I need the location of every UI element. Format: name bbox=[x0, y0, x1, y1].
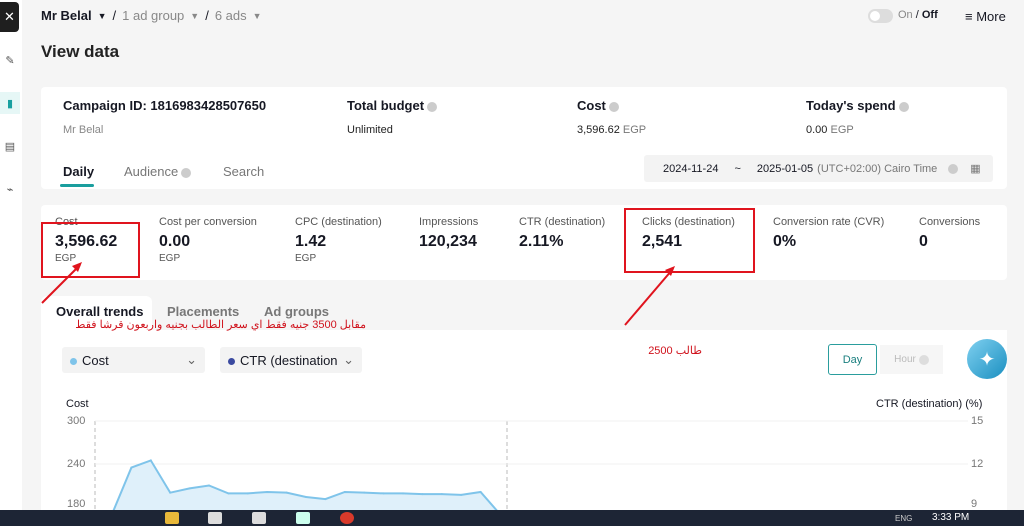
right-tick: 9 bbox=[971, 498, 978, 510]
cost-point bbox=[246, 492, 249, 495]
language-indicator[interactable]: ENG bbox=[895, 514, 912, 523]
cost-point bbox=[305, 495, 307, 498]
chart-and-arrows bbox=[41, 262, 968, 526]
right-axis-label: CTR (destination) (%) bbox=[876, 398, 983, 410]
cost-point bbox=[169, 491, 172, 494]
left-tick: 300 bbox=[67, 415, 86, 427]
annotation-arrow bbox=[624, 269, 673, 326]
clock[interactable]: 3:33 PM bbox=[932, 512, 969, 523]
cost-point bbox=[149, 459, 152, 462]
right-tick: 15 bbox=[971, 415, 984, 427]
cost-point bbox=[324, 498, 327, 501]
cost-point bbox=[285, 491, 288, 494]
app-icon[interactable] bbox=[252, 512, 266, 524]
left-tick: 240 bbox=[67, 458, 86, 470]
annotation-arrowhead bbox=[665, 266, 675, 276]
cost-point bbox=[130, 466, 133, 469]
cost-point bbox=[188, 487, 191, 490]
cost-point bbox=[479, 490, 482, 493]
cost-point bbox=[343, 490, 346, 493]
cost-point bbox=[421, 493, 424, 496]
file-explorer-icon[interactable] bbox=[165, 512, 179, 524]
cost-point bbox=[460, 493, 463, 496]
left-tick: 180 bbox=[67, 498, 86, 510]
left-axis-label: Cost bbox=[66, 398, 89, 410]
cost-point bbox=[402, 492, 404, 495]
cost-point bbox=[266, 490, 269, 493]
cost-point bbox=[363, 491, 366, 494]
taskbar bbox=[0, 510, 1024, 526]
app-icon[interactable] bbox=[296, 512, 310, 524]
app-icon[interactable] bbox=[208, 512, 222, 524]
cost-point bbox=[227, 492, 230, 495]
right-tick: 12 bbox=[971, 458, 984, 470]
cost-point bbox=[208, 484, 210, 487]
cost-point bbox=[382, 492, 385, 495]
cost-point bbox=[440, 493, 443, 496]
annotation-arrow bbox=[41, 264, 81, 304]
chrome-icon[interactable] bbox=[340, 512, 354, 524]
